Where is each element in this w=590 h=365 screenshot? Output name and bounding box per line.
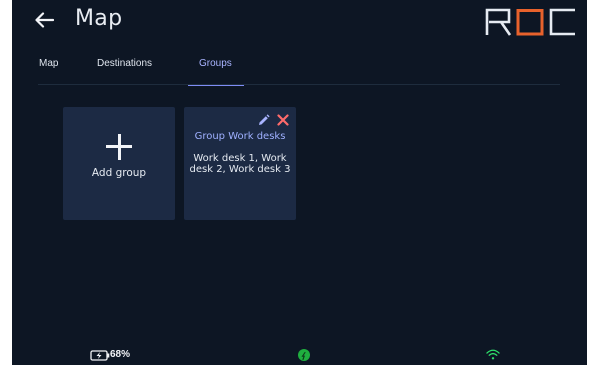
status-bar: 68%	[12, 345, 587, 365]
roc-logo	[485, 8, 575, 36]
page-title: Map	[75, 6, 123, 31]
close-icon[interactable]	[277, 114, 289, 126]
tab-groups[interactable]: Groups	[199, 58, 232, 84]
group-card[interactable]: Group Work desks Work desk 1, Work desk …	[184, 107, 296, 220]
app-screen: Map Map Destinations Groups Add group Gr…	[12, 0, 587, 365]
back-arrow-icon	[35, 12, 54, 28]
tabs-divider	[38, 84, 560, 85]
group-members: Work desk 1, Work desk 2, Work desk 3	[189, 153, 291, 175]
tab-destinations[interactable]: Destinations	[97, 58, 152, 84]
add-group-card[interactable]: Add group	[63, 107, 175, 220]
battery-charging-icon	[90, 350, 110, 361]
plus-icon	[106, 134, 132, 160]
charging-status-icon	[298, 349, 310, 361]
wifi-icon	[486, 349, 500, 360]
back-button[interactable]	[30, 6, 58, 34]
tab-map[interactable]: Map	[39, 58, 58, 84]
pencil-icon[interactable]	[257, 114, 270, 127]
battery-level: 68%	[110, 349, 131, 360]
group-title: Group Work desks	[194, 131, 286, 142]
add-group-label: Add group	[91, 167, 147, 179]
